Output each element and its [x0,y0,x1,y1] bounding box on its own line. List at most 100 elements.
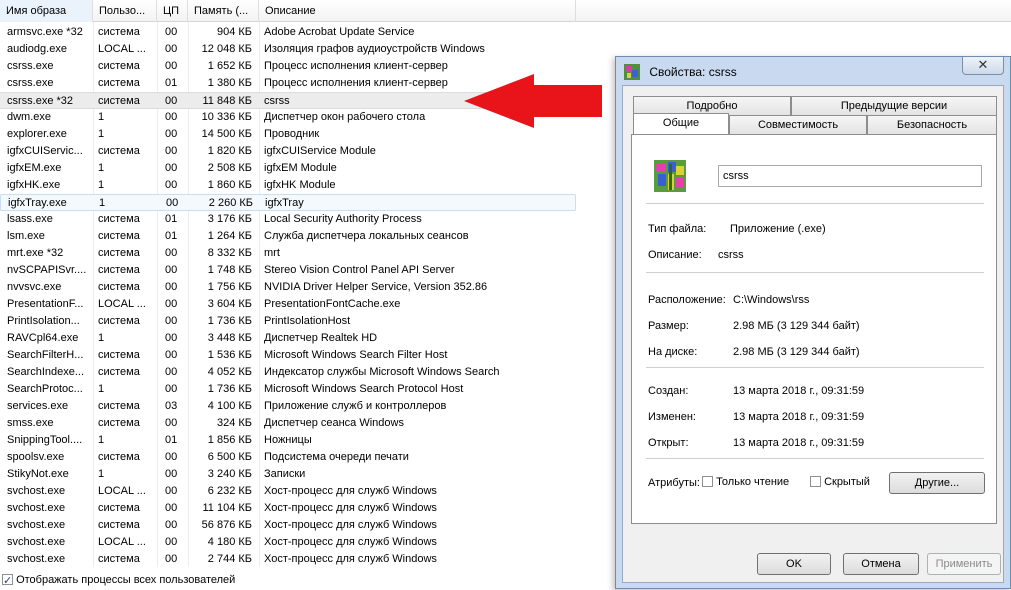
table-row[interactable]: svchost.exe LOCAL ... 00 4 180 КБ Хост-проце… [0,534,576,551]
column-header-memory[interactable]: Память (... [188,0,259,22]
table-row[interactable]: igfxTray.exe 1 00 2 260 КБ igfxTray [0,194,576,211]
table-row[interactable]: mrt.exe *32 система 00 8 332 КБ mrt [0,245,576,262]
table-row[interactable]: PrintIsolation... система 00 1 736 КБ PrintI… [0,313,576,330]
show-all-users-checkbox[interactable] [2,572,13,590]
table-row[interactable]: svchost.exe LOCAL ... 00 6 232 КБ Хост-проце… [0,483,576,500]
table-row[interactable]: audiodg.exe LOCAL ... 00 12 048 КБ Изоляция … [0,41,576,58]
table-row[interactable]: smss.exe система 00 324 КБ Диспетчер сеанса … [0,415,576,432]
column-header-user[interactable]: Пользо... [93,0,157,22]
other-attributes-button[interactable]: Другие... [889,472,985,494]
column-header-image-name[interactable]: Имя образа [0,0,93,22]
file-name-field[interactable]: csrss [718,165,982,187]
column-header-description[interactable]: Описание [259,0,576,22]
column-header-cpu[interactable]: ЦП [157,0,188,22]
process-cpu-cell: 00 [165,281,178,293]
process-memory-cell: 1 652 КБ [207,60,252,72]
table-row[interactable]: lsm.exe система 01 1 264 КБ Служба диспетчер… [0,228,576,245]
dialog-titlebar: Свойства: csrss [624,63,737,81]
process-memory-cell: 904 КБ [216,26,252,38]
process-name-cell: csrss.exe [7,60,54,72]
process-memory-cell: 1 736 КБ [207,383,252,395]
process-user-cell: система [98,519,140,531]
process-cpu-cell: 00 [165,315,178,327]
table-row[interactable]: igfxHK.exe 1 00 1 860 КБ igfxHK Module [0,177,576,194]
table-row[interactable]: svchost.exe система 00 56 876 КБ Хост-процес… [0,517,576,534]
process-cpu-cell: 01 [165,77,178,89]
general-tab-page: csrss Тип файла: Приложение (.exe) Описа… [631,134,997,524]
size-value: 2.98 МБ (3 129 344 байт) [733,320,860,332]
apply-button[interactable]: Применить [927,553,1001,575]
process-name-cell: lsm.exe [7,230,45,242]
process-user-cell: 1 [98,128,105,140]
close-button[interactable]: ✕ [962,57,1004,75]
process-memory-cell: 3 448 КБ [207,332,252,344]
process-user-cell: система [98,26,140,38]
process-name-cell: igfxCUIServic... [7,145,83,157]
table-row[interactable]: StikyNot.exe 1 00 3 240 КБ Записки [0,466,576,483]
table-row[interactable]: SearchFilterH... система 00 1 536 КБ Microso… [0,347,576,364]
process-user-cell: система [98,95,140,107]
process-description-cell: Stereo Vision Control Panel API Server [264,264,455,276]
process-cpu-cell: 00 [165,95,178,107]
table-row[interactable]: RAVCpl64.exe 1 00 3 448 КБ Диспетчер Realtek… [0,330,576,347]
readonly-checkbox[interactable] [702,476,713,487]
process-name-cell: mrt.exe *32 [7,247,64,259]
table-row[interactable]: igfxCUIServic... система 00 1 820 КБ igfxCUI… [0,143,576,160]
table-row[interactable]: SnippingTool.... 1 01 1 856 КБ Ножницы [0,432,576,449]
process-user-cell: система [98,451,140,463]
table-row[interactable]: spoolsv.exe система 00 6 500 КБ Подсистема о… [0,449,576,466]
process-description-cell: Индексатор службы Microsoft Windows Sear… [264,366,500,378]
process-memory-cell: 324 КБ [216,417,252,429]
table-row[interactable]: PresentationF... LOCAL ... 00 3 604 КБ Prese… [0,296,576,313]
table-row[interactable]: nvvsvc.exe система 00 1 756 КБ NVIDIA Driver… [0,279,576,296]
process-cpu-cell: 00 [165,26,178,38]
table-row[interactable]: services.exe система 03 4 100 КБ Приложение … [0,398,576,415]
process-description-cell: igfxHK Module [264,179,336,191]
table-row[interactable]: svchost.exe система 00 11 104 КБ Хост-процес… [0,500,576,517]
process-cpu-cell: 00 [165,162,178,174]
process-user-cell: 1 [99,197,106,209]
show-all-users-row[interactable]: Отображать процессы всех пользователей [0,571,620,590]
ok-button[interactable]: OK [757,553,831,575]
process-user-cell: система [98,60,140,72]
process-memory-cell: 1 736 КБ [207,315,252,327]
process-cpu-cell: 00 [165,417,178,429]
process-description-cell: Ножницы [264,434,312,446]
process-memory-cell: 14 500 КБ [201,128,252,140]
cancel-button[interactable]: Отмена [843,553,919,575]
process-description-cell: Изоляция графов аудиоустройств Windows [264,43,485,55]
process-user-cell: LOCAL ... [98,485,146,497]
readonly-option[interactable]: Только чтение [702,476,789,488]
table-row[interactable]: igfxEM.exe 1 00 2 508 КБ igfxEM Module [0,160,576,177]
tab-security[interactable]: Безопасность [867,115,997,134]
tab-previous-versions[interactable]: Предыдущие версии [791,96,997,115]
process-description-cell: Хост-процесс для служб Windows [264,485,437,497]
file-type-label: Тип файла: [648,223,707,235]
hidden-checkbox[interactable] [810,476,821,487]
process-name-cell: svchost.exe [7,502,66,514]
tab-general[interactable]: Общие [633,113,729,134]
created-label: Создан: [648,385,689,397]
process-description-cell: Microsoft Windows Search Filter Host [264,349,448,361]
separator [646,272,984,273]
process-memory-cell: 8 332 КБ [207,247,252,259]
process-user-cell: система [98,213,140,225]
file-type-value: Приложение (.exe) [730,223,826,235]
table-row[interactable]: svchost.exe система 00 2 744 КБ Хост-процесс… [0,551,576,568]
process-description-cell: NVIDIA Driver Helper Service, Version 35… [264,281,488,293]
properties-dialog: Свойства: csrss ✕ Подробно Предыдущие ве… [615,56,1011,589]
table-row[interactable]: lsass.exe система 01 3 176 КБ Local Security… [0,211,576,228]
process-description-cell: Записки [264,468,306,480]
table-row[interactable]: SearchIndexe... система 00 4 052 КБ Индексат… [0,364,576,381]
table-row[interactable]: SearchProtoc... 1 00 1 736 КБ Microsoft Wind… [0,381,576,398]
process-name-cell: svchost.exe [7,536,66,548]
process-memory-cell: 1 756 КБ [207,281,252,293]
file-icon [654,160,686,192]
hidden-option[interactable]: Скрытый [810,476,870,488]
process-cpu-cell: 00 [165,145,178,157]
tab-compatibility[interactable]: Совместимость [729,115,867,134]
process-memory-cell: 10 336 КБ [201,111,252,123]
table-row[interactable]: armsvc.exe *32 система 00 904 КБ Adobe Acrob… [0,24,576,41]
process-name-cell: SearchIndexe... [7,366,85,378]
table-row[interactable]: nvSCPAPISvr.... система 00 1 748 КБ Stereo V… [0,262,576,279]
